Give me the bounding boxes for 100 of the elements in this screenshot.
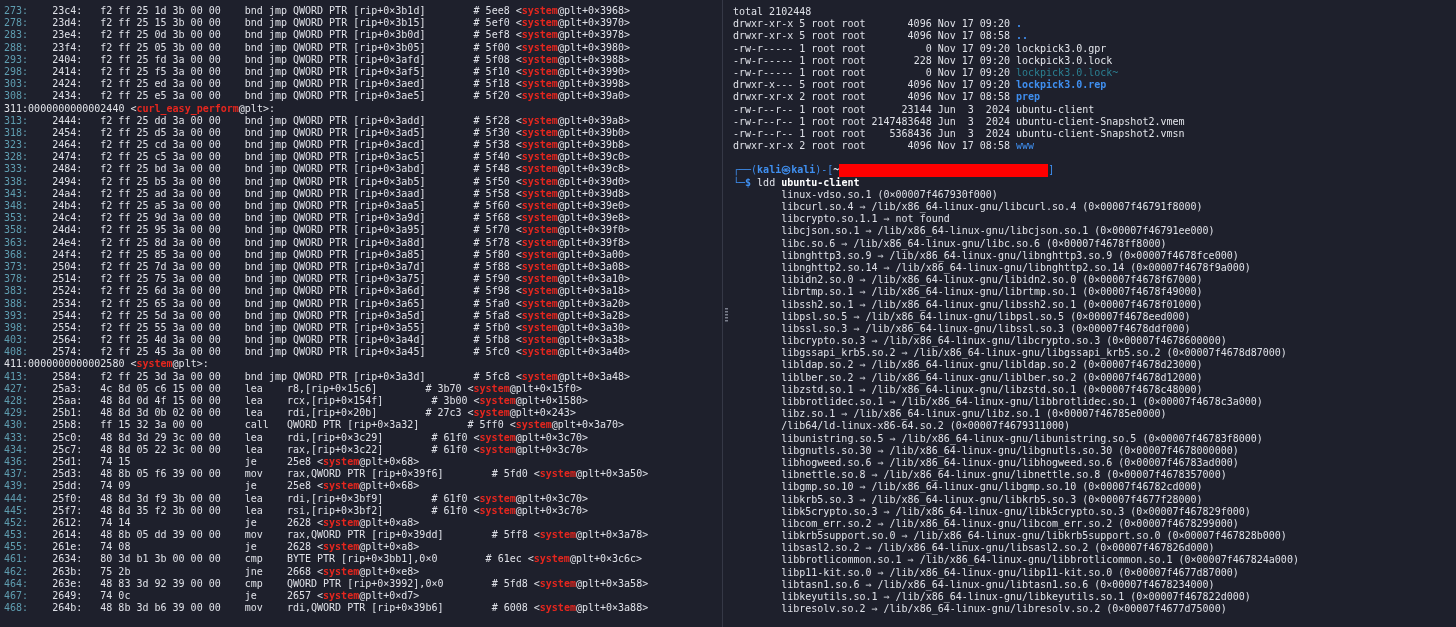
link-count: 1: [799, 115, 806, 128]
byte-code: 74 08: [100, 541, 132, 554]
line-number: 437:: [4, 468, 30, 481]
mnemonic-text: bnd jmp: [244, 236, 287, 249]
line-number: 328:: [4, 151, 30, 164]
owner-text: root: [811, 140, 836, 153]
group-text: root: [841, 115, 866, 128]
byte-code: 48 8d 05 22 3c 00 00: [100, 443, 222, 456]
operand-text: rdi,[rip+0×3bf9]: [286, 492, 384, 505]
link-count: 1: [799, 42, 806, 55]
address-text: 2404:: [52, 53, 84, 66]
mnemonic-text: bnd jmp: [244, 78, 287, 91]
line-number: 308:: [4, 90, 30, 103]
byte-code: f2 ff 25 85 3a 00 00: [100, 248, 222, 261]
output-line: libldap.so.2 ⇒ /lib/x86_64-linux-gnu/libldap.so.2 (0×00007f4678d23000): [781, 359, 1203, 372]
permissions-text: -rw-r--r--: [733, 115, 794, 128]
address-text: 23e4:: [52, 29, 84, 42]
operand-text: QWORD PTR [rip+0×3ae5]: [292, 90, 426, 103]
mnemonic-text: bnd jmp: [244, 200, 287, 213]
line-number: 323:: [4, 139, 30, 152]
date-text: Nov 17 08:58: [937, 91, 1010, 104]
prompt-corner: └─: [733, 176, 746, 189]
link-count: 2: [799, 140, 806, 153]
output-line: libnghttp2.so.14 ⇒ /lib/x86_64-linux-gnu/libnghttp2.so.14 (0×00007f4678f9a000): [781, 261, 1251, 275]
operand-text: QWORD PTR [rip+0×3ad5]: [292, 126, 426, 140]
byte-code: 4c 8d 05 c6 15 00 00: [100, 382, 222, 395]
byte-code: f2 ff 25 dd 3a 00 00: [100, 114, 221, 127]
comment-text: # 5ee8 <system@plt+0×3968>: [473, 5, 631, 18]
address-text: 25c7:: [52, 443, 84, 456]
address-text: 25f0:: [52, 492, 84, 505]
operand-text: 2628 <system@plt+0×a8>: [286, 516, 420, 530]
address-text: 2494:: [52, 175, 84, 188]
byte-code: 48 8b 05 f6 39 00 00: [100, 468, 222, 481]
mnemonic-text: bnd jmp: [244, 187, 287, 200]
line-number: 293:: [4, 53, 30, 66]
byte-code: 74 15: [100, 455, 132, 469]
output-line: libbrotlidec.so.1 ⇒ /lib/x86_64-linux-gnu/libbrotlidec.so.1 (0×00007f4678c3a000): [781, 396, 1263, 409]
output-line: libgmp.so.10 ⇒ /lib/x86_64-linux-gnu/libgmp.so.10 (0×00007f46782cd000): [781, 481, 1203, 494]
mnemonic-text: bnd jmp: [244, 297, 287, 310]
address-text: 2544:: [52, 309, 84, 322]
address-text: 263e:: [52, 577, 84, 590]
byte-code: f2 ff 25 55 3a 00 00: [100, 321, 222, 335]
address-text: 2534:: [52, 297, 84, 310]
line-number: 353:: [4, 212, 30, 225]
mnemonic-text: mov: [244, 529, 264, 542]
address-text: 2414:: [52, 65, 84, 79]
mnemonic-text: bnd jmp: [244, 53, 287, 66]
address-text: 2574:: [52, 346, 84, 359]
output-line: libbrotlicommon.so.1 ⇒ /lib/x86_64-linux-gnu/libbrotlicommon.so.1 (0×00007f467824a000): [781, 554, 1299, 567]
operand-text: 2668 <system@plt+0×e8>: [286, 565, 420, 578]
line-number: 444:: [4, 492, 30, 505]
operand-text: QWORD PTR [rip+0×3ac5]: [292, 151, 426, 164]
address-text: 2424:: [52, 78, 84, 91]
byte-code: f2 ff 25 65 3a 00 00: [100, 297, 222, 310]
comment-text: # 5f30 <system@plt+0×39b0>: [473, 126, 631, 140]
mnemonic-text: je: [244, 480, 258, 493]
file-size: 5368436: [888, 127, 932, 141]
operand-text: QWORD PTR [rip+0×3ab5]: [292, 175, 426, 188]
mnemonic-text: bnd jmp: [244, 285, 287, 298]
line-number: 461:: [4, 553, 30, 566]
mnemonic-text: bnd jmp: [244, 17, 287, 30]
line-number: 368:: [4, 248, 30, 261]
mnemonic-text: bnd jmp: [244, 175, 287, 188]
mnemonic-text: bnd jmp: [244, 273, 287, 286]
date-text: Nov 17 08:58: [937, 140, 1010, 153]
line-number: 429:: [4, 407, 30, 420]
operand-text: QWORD PTR [rip+0×3afd]: [292, 53, 426, 66]
comment-text: # 27c3 <system@plt+0×243>: [425, 407, 576, 420]
command-argument: ubuntu-client: [781, 176, 860, 189]
output-line: libc.so.6 ⇒ /lib/x86_64-linux-gnu/libc.so.6 (0×00007f4678ff8000): [781, 237, 1167, 250]
byte-code: 48 8d 35 f2 3b 00 00: [100, 504, 222, 517]
grip-icon[interactable]: [725, 308, 728, 322]
line-number: 434:: [4, 443, 30, 456]
operand-text: QWORD PTR [rip+0×3a95]: [292, 224, 426, 237]
comment-text: # 5f48 <system@plt+0×39c8>: [473, 163, 631, 176]
mnemonic-text: bnd jmp: [244, 321, 287, 335]
group-text: root: [841, 79, 866, 92]
byte-code: f2 ff 25 ed 3a 00 00: [100, 78, 222, 91]
address-text: 2464:: [52, 139, 84, 152]
output-line: libnghttp3.so.9 ⇒ /lib/x86_64-linux-gnu/libnghttp3.so.9 (0×00007f4678fce000): [781, 249, 1239, 262]
operand-text: QWORD PTR [rip+0×3acd]: [292, 139, 426, 152]
mnemonic-text: mov: [244, 602, 264, 615]
byte-code: f2 ff 25 5d 3a 00 00: [100, 309, 222, 322]
group-text: root: [841, 30, 866, 43]
symbol-label: 0000000000002580 <system@plt>:: [28, 358, 209, 371]
file-name: .: [1015, 18, 1022, 31]
byte-code: 74 0c: [100, 590, 132, 603]
output-line: libcurl.so.4 ⇒ /lib/x86_64-linux-gnu/libcurl.so.4 (0×00007f46791f8000): [781, 201, 1203, 214]
line-number: 283:: [4, 29, 30, 42]
line-number: 427:: [4, 382, 30, 395]
operand-text: QWORD PTR [rip+0×3abd]: [292, 163, 426, 176]
permissions-text: -rw-r--r--: [733, 103, 794, 116]
address-text: 2524:: [52, 285, 84, 298]
line-number: 303:: [4, 78, 30, 91]
comment-text: # 5f10 <system@plt+0×3990>: [473, 65, 631, 79]
address-text: 25c0:: [52, 431, 84, 444]
link-count: 1: [799, 103, 806, 116]
output-line: libssh2.so.1 ⇒ /lib/x86_64-linux-gnu/libssh2.so.1 (0×00007f4678f01000): [781, 298, 1203, 311]
comment-text: # 5fa0 <system@plt+0×3a20>: [473, 297, 631, 310]
byte-code: f2 ff 25 d5 3a 00 00: [100, 126, 222, 140]
